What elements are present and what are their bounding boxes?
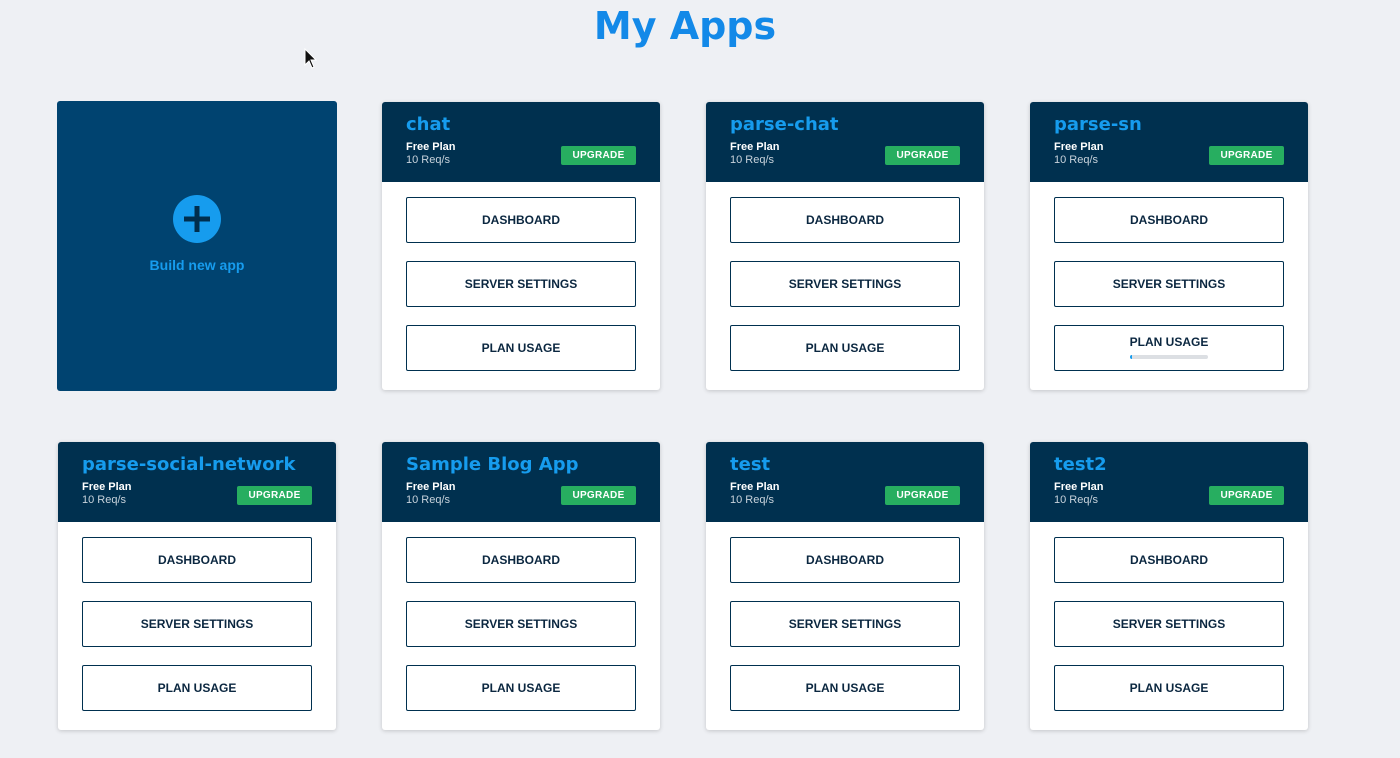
plan-usage-button[interactable]: PLAN USAGE xyxy=(406,665,636,711)
app-card: chat Free Plan 10 Req/s UPGRADE DASHBOAR… xyxy=(382,102,660,390)
app-name[interactable]: parse-sn xyxy=(1054,114,1284,135)
upgrade-button[interactable]: UPGRADE xyxy=(561,486,636,505)
app-card-header: parse-social-network Free Plan 10 Req/s … xyxy=(58,442,336,522)
plan-usage-label: PLAN USAGE xyxy=(1129,335,1209,349)
server-settings-button[interactable]: SERVER SETTINGS xyxy=(730,261,960,307)
app-card-header: parse-chat Free Plan 10 Req/s UPGRADE xyxy=(706,102,984,182)
app-card-body: DASHBOARD SERVER SETTINGS PLAN USAGE xyxy=(1030,182,1308,371)
dashboard-button[interactable]: DASHBOARD xyxy=(1054,537,1284,583)
app-name[interactable]: Sample Blog App xyxy=(406,454,636,475)
dashboard-label: DASHBOARD xyxy=(1130,553,1208,567)
dashboard-label: DASHBOARD xyxy=(806,213,884,227)
dashboard-label: DASHBOARD xyxy=(806,553,884,567)
dashboard-button[interactable]: DASHBOARD xyxy=(406,197,636,243)
server-settings-button[interactable]: SERVER SETTINGS xyxy=(406,601,636,647)
plan-usage-button[interactable]: PLAN USAGE xyxy=(82,665,312,711)
dashboard-label: DASHBOARD xyxy=(482,553,560,567)
app-name[interactable]: chat xyxy=(406,114,636,135)
plan-usage-button[interactable]: PLAN USAGE xyxy=(730,325,960,371)
plan-usage-label: PLAN USAGE xyxy=(805,341,885,355)
plus-circle-icon xyxy=(173,195,221,243)
upgrade-button[interactable]: UPGRADE xyxy=(1209,486,1284,505)
plan-usage-label: PLAN USAGE xyxy=(1129,681,1209,695)
upgrade-button[interactable]: UPGRADE xyxy=(1209,146,1284,165)
app-name[interactable]: parse-social-network xyxy=(82,454,312,475)
dashboard-button[interactable]: DASHBOARD xyxy=(82,537,312,583)
server-settings-button[interactable]: SERVER SETTINGS xyxy=(730,601,960,647)
app-card-header: Sample Blog App Free Plan 10 Req/s UPGRA… xyxy=(382,442,660,522)
plan-usage-button[interactable]: PLAN USAGE xyxy=(1054,325,1284,371)
dashboard-button[interactable]: DASHBOARD xyxy=(730,197,960,243)
app-card-header: chat Free Plan 10 Req/s UPGRADE xyxy=(382,102,660,182)
server-settings-button[interactable]: SERVER SETTINGS xyxy=(1054,261,1284,307)
server-settings-button[interactable]: SERVER SETTINGS xyxy=(1054,601,1284,647)
dashboard-label: DASHBOARD xyxy=(158,553,236,567)
app-card-header: parse-sn Free Plan 10 Req/s UPGRADE xyxy=(1030,102,1308,182)
app-card-body: DASHBOARD SERVER SETTINGS PLAN USAGE xyxy=(58,522,336,711)
dashboard-button[interactable]: DASHBOARD xyxy=(406,537,636,583)
upgrade-button[interactable]: UPGRADE xyxy=(237,486,312,505)
upgrade-button[interactable]: UPGRADE xyxy=(885,146,960,165)
app-card: parse-chat Free Plan 10 Req/s UPGRADE DA… xyxy=(706,102,984,390)
app-card: test Free Plan 10 Req/s UPGRADE DASHBOAR… xyxy=(706,442,984,730)
server-settings-label: SERVER SETTINGS xyxy=(140,617,254,631)
app-name[interactable]: parse-chat xyxy=(730,114,960,135)
server-settings-label: SERVER SETTINGS xyxy=(464,277,578,291)
plan-usage-progress-fill xyxy=(1130,355,1133,359)
app-card-body: DASHBOARD SERVER SETTINGS PLAN USAGE xyxy=(706,182,984,371)
server-settings-label: SERVER SETTINGS xyxy=(1112,277,1226,291)
app-name[interactable]: test2 xyxy=(1054,454,1284,475)
plan-usage-label: PLAN USAGE xyxy=(481,341,561,355)
app-card: parse-social-network Free Plan 10 Req/s … xyxy=(58,442,336,730)
server-settings-button[interactable]: SERVER SETTINGS xyxy=(82,601,312,647)
plan-usage-button[interactable]: PLAN USAGE xyxy=(1054,665,1284,711)
dashboard-label: DASHBOARD xyxy=(1130,213,1208,227)
build-new-app-label: Build new app xyxy=(149,257,245,273)
plan-usage-button[interactable]: PLAN USAGE xyxy=(406,325,636,371)
server-settings-label: SERVER SETTINGS xyxy=(464,617,578,631)
server-settings-label: SERVER SETTINGS xyxy=(788,617,902,631)
app-card-body: DASHBOARD SERVER SETTINGS PLAN USAGE xyxy=(382,182,660,371)
plan-usage-label: PLAN USAGE xyxy=(481,681,561,695)
dashboard-button[interactable]: DASHBOARD xyxy=(1054,197,1284,243)
plan-usage-progress-bar xyxy=(1130,355,1208,359)
dashboard-button[interactable]: DASHBOARD xyxy=(730,537,960,583)
app-card-header: test2 Free Plan 10 Req/s UPGRADE xyxy=(1030,442,1308,522)
build-new-app-tile[interactable]: Build new app xyxy=(57,101,337,391)
app-card-body: DASHBOARD SERVER SETTINGS PLAN USAGE xyxy=(382,522,660,711)
plan-usage-label: PLAN USAGE xyxy=(805,681,885,695)
app-card-body: DASHBOARD SERVER SETTINGS PLAN USAGE xyxy=(1030,522,1308,711)
server-settings-label: SERVER SETTINGS xyxy=(788,277,902,291)
upgrade-button[interactable]: UPGRADE xyxy=(885,486,960,505)
app-card: test2 Free Plan 10 Req/s UPGRADE DASHBOA… xyxy=(1030,442,1308,730)
app-card-body: DASHBOARD SERVER SETTINGS PLAN USAGE xyxy=(706,522,984,711)
plan-usage-button[interactable]: PLAN USAGE xyxy=(730,665,960,711)
page-title: My Apps xyxy=(593,4,777,48)
app-card-header: test Free Plan 10 Req/s UPGRADE xyxy=(706,442,984,522)
mouse-pointer-icon xyxy=(304,48,318,69)
upgrade-button[interactable]: UPGRADE xyxy=(561,146,636,165)
dashboard-label: DASHBOARD xyxy=(482,213,560,227)
server-settings-label: SERVER SETTINGS xyxy=(1112,617,1226,631)
server-settings-button[interactable]: SERVER SETTINGS xyxy=(406,261,636,307)
app-card: parse-sn Free Plan 10 Req/s UPGRADE DASH… xyxy=(1030,102,1308,390)
app-card: Sample Blog App Free Plan 10 Req/s UPGRA… xyxy=(382,442,660,730)
plan-usage-label: PLAN USAGE xyxy=(157,681,237,695)
app-name[interactable]: test xyxy=(730,454,960,475)
